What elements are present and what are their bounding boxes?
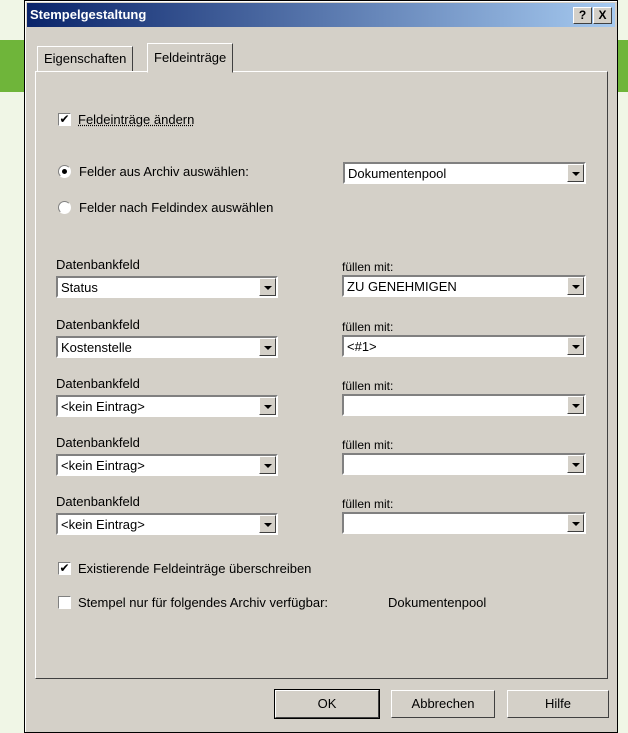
archive-select-value: Dokumentenpool	[348, 166, 447, 181]
tab-feldeintraege[interactable]: Feldeinträge	[147, 43, 234, 73]
field-select[interactable]: Kostenstelle	[56, 336, 278, 358]
fill-select-value: ZU GENEHMIGEN	[347, 279, 457, 294]
overwrite-label: Existierende Feldeinträge überschreiben	[78, 561, 312, 576]
fill-label: füllen mit:	[342, 379, 394, 393]
field-label: Datenbankfeld	[56, 257, 140, 272]
archive-select[interactable]: Dokumentenpool	[343, 162, 586, 184]
chevron-down-icon[interactable]	[259, 278, 276, 296]
field-label: Datenbankfeld	[56, 435, 140, 450]
chevron-down-icon[interactable]	[567, 455, 584, 473]
chevron-down-icon[interactable]	[259, 397, 276, 415]
fill-select-value: <#1>	[347, 339, 377, 354]
chevron-down-icon[interactable]	[567, 164, 584, 182]
archive-radio-label: Felder aus Archiv auswählen:	[79, 164, 249, 179]
field-label: Datenbankfeld	[56, 317, 140, 332]
fill-select[interactable]	[342, 453, 586, 475]
archive-only-value: Dokumentenpool	[388, 595, 487, 610]
overwrite-checkbox[interactable]: ✔	[58, 562, 71, 575]
field-select-value: <kein Eintrag>	[61, 458, 145, 473]
index-radio-label: Felder nach Feldindex auswählen	[79, 200, 274, 215]
cancel-button[interactable]: Abbrechen	[391, 690, 495, 718]
chevron-down-icon[interactable]	[567, 396, 584, 414]
change-fields-checkbox[interactable]: ✔	[58, 113, 71, 126]
feldeintraege-panel: ✔ Feldeinträge ändern Felder aus Archiv …	[35, 71, 608, 679]
field-select[interactable]: <kein Eintrag>	[56, 395, 278, 417]
fill-label: füllen mit:	[342, 497, 394, 511]
chevron-down-icon[interactable]	[259, 515, 276, 533]
fill-select[interactable]: <#1>	[342, 335, 586, 357]
close-title-button[interactable]: X	[593, 7, 612, 24]
fill-select[interactable]	[342, 394, 586, 416]
archive-radio[interactable]	[58, 165, 71, 178]
field-select[interactable]: <kein Eintrag>	[56, 513, 278, 535]
help-title-button[interactable]: ?	[573, 7, 592, 24]
stempelgestaltung-dialog: Stempelgestaltung ? X Eigenschaften Feld…	[24, 0, 618, 733]
chevron-down-icon[interactable]	[567, 277, 584, 295]
help-button[interactable]: Hilfe	[507, 690, 609, 718]
chevron-down-icon[interactable]	[567, 514, 584, 532]
field-select[interactable]: Status	[56, 276, 278, 298]
ok-button[interactable]: OK	[274, 689, 380, 719]
field-select[interactable]: <kein Eintrag>	[56, 454, 278, 476]
field-label: Datenbankfeld	[56, 376, 140, 391]
change-fields-label: Feldeinträge ändern	[78, 112, 195, 127]
field-select-value: Status	[61, 280, 98, 295]
chevron-down-icon[interactable]	[259, 456, 276, 474]
chevron-down-icon[interactable]	[259, 338, 276, 356]
archive-only-label: Stempel nur für folgendes Archiv verfügb…	[78, 595, 329, 610]
field-select-value: Kostenstelle	[61, 340, 132, 355]
fill-select[interactable]	[342, 512, 586, 534]
fill-label: füllen mit:	[342, 260, 394, 274]
chevron-down-icon[interactable]	[567, 337, 584, 355]
tab-eigenschaften[interactable]: Eigenschaften	[37, 46, 134, 72]
title-bar: Stempelgestaltung ? X	[27, 3, 615, 27]
index-radio[interactable]	[58, 201, 71, 214]
fill-label: füllen mit:	[342, 438, 394, 452]
field-select-value: <kein Eintrag>	[61, 517, 145, 532]
fill-label: füllen mit:	[342, 320, 394, 334]
field-select-value: <kein Eintrag>	[61, 399, 145, 414]
archive-only-checkbox[interactable]	[58, 596, 71, 609]
window-title: Stempelgestaltung	[30, 7, 147, 22]
field-label: Datenbankfeld	[56, 494, 140, 509]
fill-select[interactable]: ZU GENEHMIGEN	[342, 275, 586, 297]
